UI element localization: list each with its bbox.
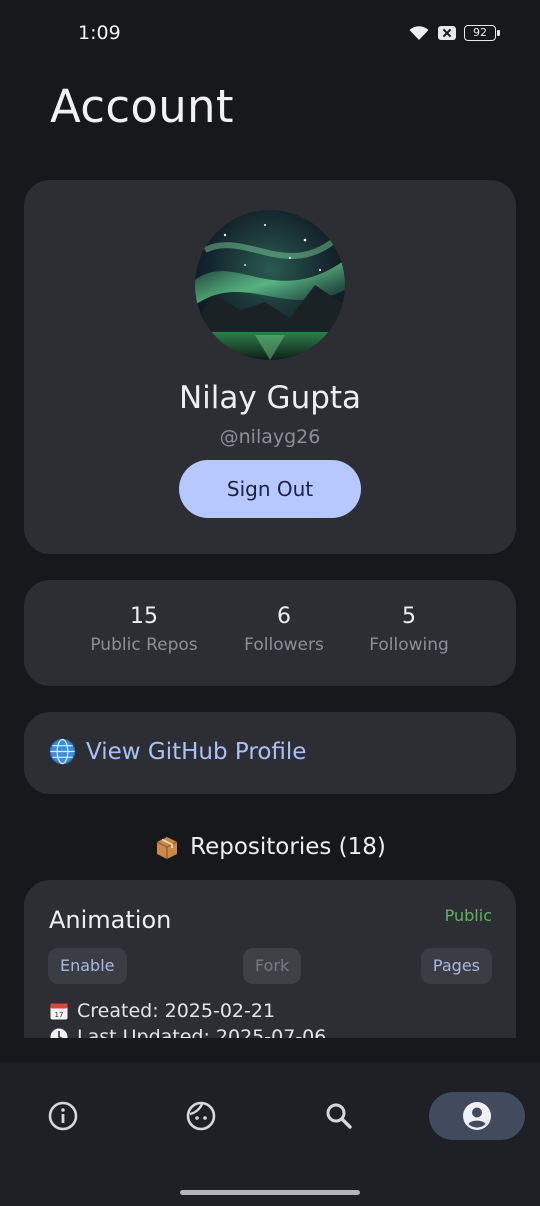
- pages-chip[interactable]: Pages: [420, 948, 492, 984]
- repo-updated-text: Last Updated: 2025-07-06: [77, 1026, 327, 1038]
- clock-icon: [50, 1028, 68, 1038]
- nav-search[interactable]: [291, 1092, 387, 1140]
- repo-created-text: Created: 2025-02-21: [77, 1000, 276, 1022]
- repo-visibility-badge: Public: [444, 906, 492, 925]
- repo-created: 17 Created: 2025-02-21: [49, 1000, 275, 1022]
- home-indicator[interactable]: [180, 1190, 360, 1195]
- nav-info[interactable]: [15, 1092, 111, 1140]
- repo-name: Animation: [49, 906, 172, 934]
- enable-chip[interactable]: Enable: [48, 948, 127, 984]
- nav-face[interactable]: [153, 1092, 249, 1140]
- nav-account[interactable]: [429, 1092, 525, 1140]
- repo-list: Animation Public Enable Fork Pages 17 Cr…: [0, 0, 540, 1038]
- fork-chip[interactable]: Fork: [243, 948, 302, 984]
- account-icon: [463, 1102, 491, 1130]
- repo-updated: Last Updated: 2025-07-06: [49, 1026, 326, 1038]
- face-icon: [186, 1101, 216, 1131]
- info-icon: [48, 1101, 78, 1131]
- repo-card[interactable]: Animation Public Enable Fork Pages 17 Cr…: [24, 880, 516, 1038]
- search-icon: [326, 1103, 352, 1129]
- bottom-nav: [0, 1062, 540, 1206]
- calendar-icon: 17: [50, 1003, 68, 1020]
- svg-text:17: 17: [55, 1011, 64, 1019]
